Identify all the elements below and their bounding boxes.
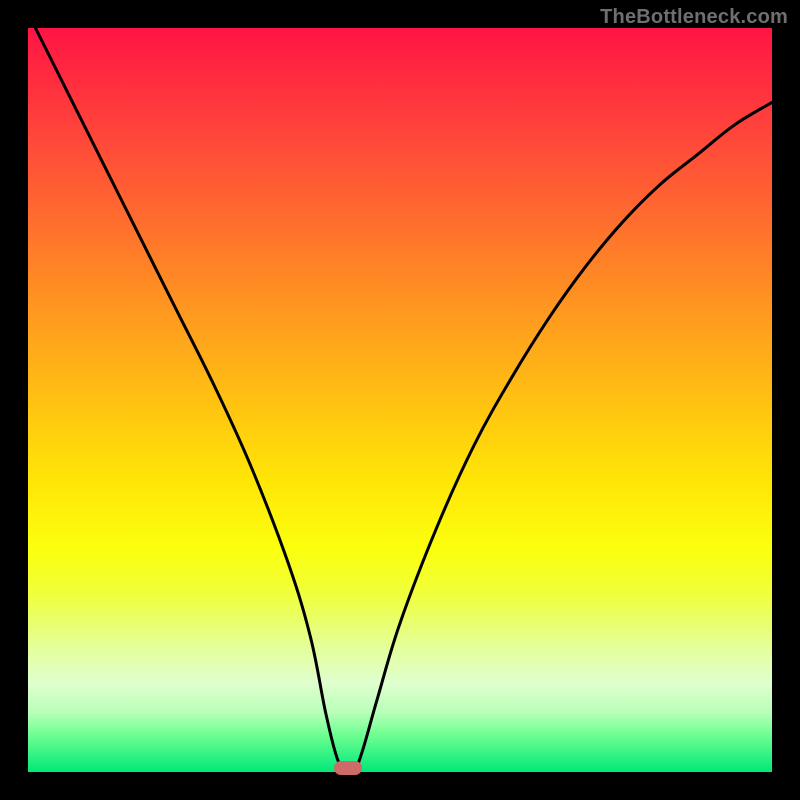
watermark-text: TheBottleneck.com [600, 6, 788, 29]
chart-root: TheBottleneck.com [0, 0, 800, 800]
bottleneck-curve [28, 28, 772, 772]
optimum-marker [334, 761, 362, 775]
plot-area [28, 28, 772, 772]
